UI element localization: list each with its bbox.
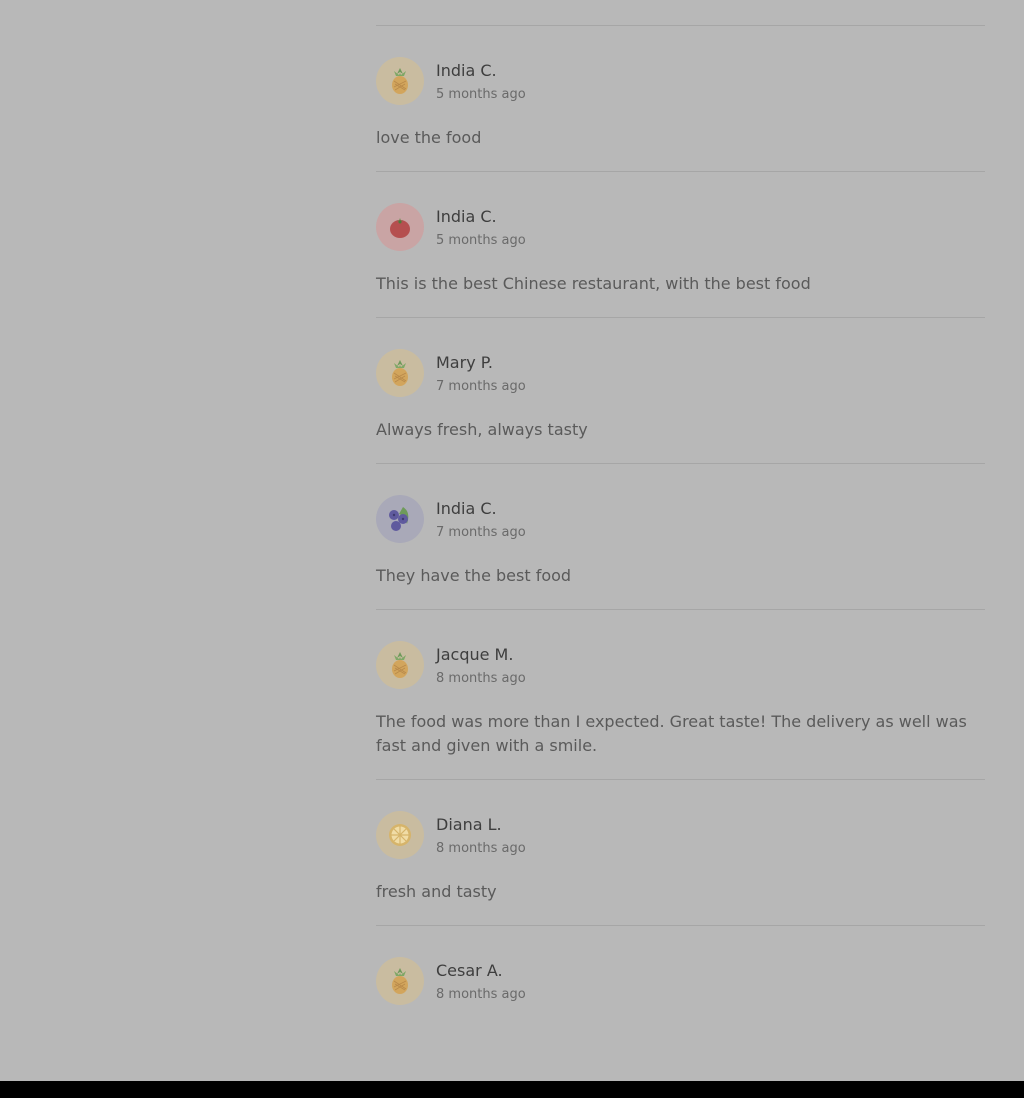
pineapple-icon xyxy=(392,360,408,386)
review-comment: The food was more than I expected. Great… xyxy=(376,712,967,755)
review-item: India C. 5 months ago love the food xyxy=(376,57,985,150)
review-time: 8 months ago xyxy=(436,841,526,856)
review-list: India C. 5 months ago love the food Indi… xyxy=(376,0,985,1005)
reviewer-name: India C. xyxy=(436,207,497,226)
review-item: Mary P. 7 months ago Always fresh, alway… xyxy=(376,349,985,442)
avatar xyxy=(376,811,424,859)
tomato-icon xyxy=(390,218,410,238)
pineapple-icon xyxy=(392,652,408,678)
review-time: 7 months ago xyxy=(436,379,526,394)
reviewer-name: India C. xyxy=(436,499,497,518)
reviewer-name: India C. xyxy=(436,61,497,80)
review-comment: love the food xyxy=(376,128,482,147)
review-item: India C. 7 months ago They have the best… xyxy=(376,495,985,588)
divider xyxy=(376,609,985,610)
reviewer-name: Cesar A. xyxy=(436,961,503,980)
divider xyxy=(376,171,985,172)
review-item: India C. 5 months ago This is the best C… xyxy=(376,203,985,296)
review-time: 5 months ago xyxy=(436,233,526,248)
review-time: 8 months ago xyxy=(436,987,526,1002)
review-comment: They have the best food xyxy=(376,566,572,585)
review-comment: fresh and tasty xyxy=(376,882,497,901)
pineapple-icon xyxy=(392,68,408,94)
avatar xyxy=(376,57,424,105)
divider xyxy=(376,925,985,926)
avatar xyxy=(376,957,424,1005)
divider xyxy=(376,25,985,26)
reviewer-name: Jacque M. xyxy=(436,645,514,664)
avatar xyxy=(376,641,424,689)
blueberry-icon xyxy=(389,507,409,531)
pineapple-icon xyxy=(392,968,408,994)
divider xyxy=(376,779,985,780)
divider xyxy=(376,463,985,464)
review-comment: This is the best Chinese restaurant, wit… xyxy=(376,274,811,293)
review-time: 5 months ago xyxy=(436,87,526,102)
reviewer-name: Mary P. xyxy=(436,353,493,372)
avatar xyxy=(376,495,424,543)
avatar xyxy=(376,349,424,397)
review-time: 8 months ago xyxy=(436,671,526,686)
bottom-bar xyxy=(0,1081,1024,1098)
review-time: 7 months ago xyxy=(436,525,526,540)
avatar xyxy=(376,203,424,251)
reviewer-name: Diana L. xyxy=(436,815,502,834)
divider xyxy=(376,317,985,318)
review-comment: Always fresh, always tasty xyxy=(376,420,588,439)
review-item: Diana L. 8 months ago fresh and tasty xyxy=(376,811,985,904)
lemon-icon xyxy=(389,824,411,846)
review-item: Cesar A. 8 months ago xyxy=(376,957,985,1005)
review-item: Jacque M. 8 months ago The food was more… xyxy=(376,641,985,758)
